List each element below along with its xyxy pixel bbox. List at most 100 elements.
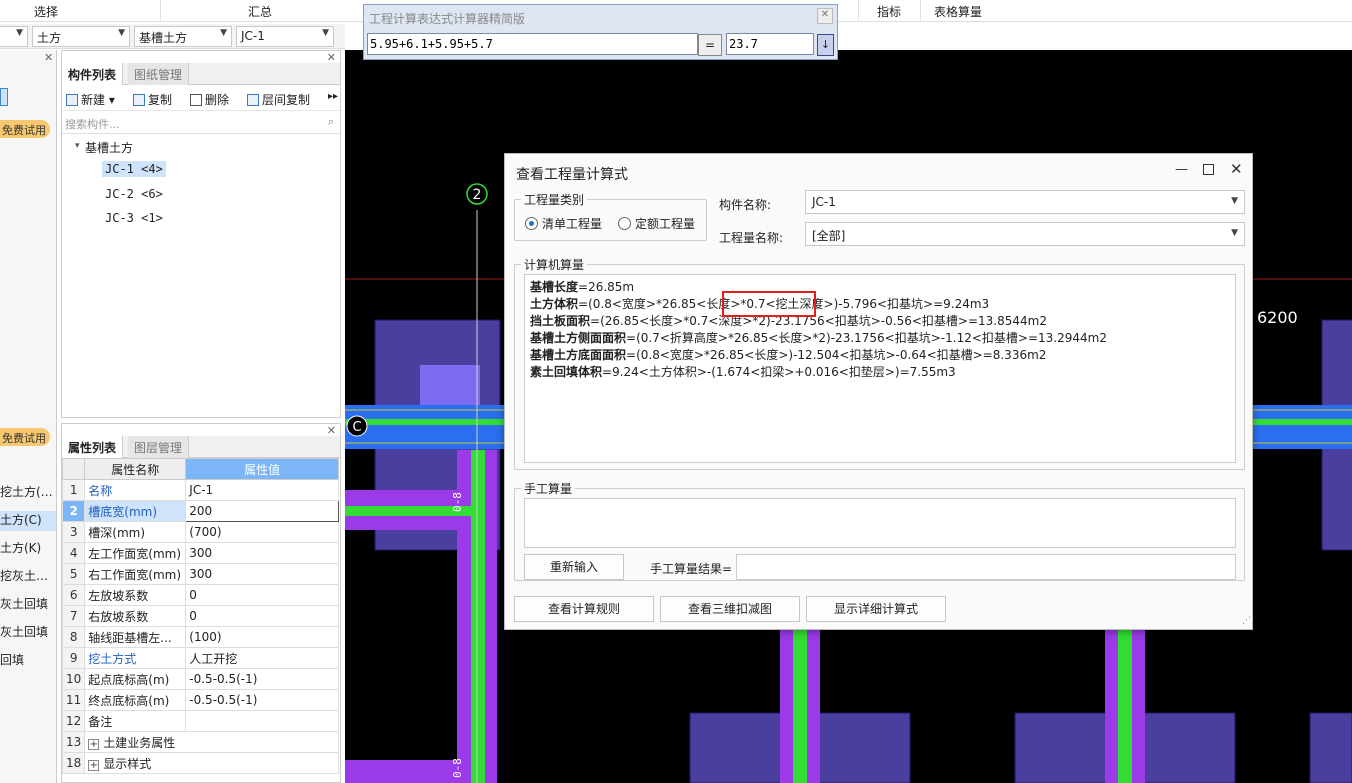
filter-combo-type[interactable]: 基槽土方 ▼ (134, 26, 232, 47)
free-trial-badge[interactable]: 免费试用 (0, 428, 50, 446)
ribbon-divider (920, 0, 921, 22)
floor-copy-button[interactable]: 层间复制 (247, 91, 310, 108)
row-value[interactable]: -0.5-0.5(-1) (185, 689, 339, 711)
show-detail-button[interactable]: 显示详细计算式 (806, 596, 946, 622)
row-name: 名称 (84, 479, 187, 501)
quantity-name-select[interactable]: [全部] ▼ (805, 222, 1245, 246)
formula-name: 基槽长度 (530, 280, 579, 294)
radio-quota-quantity[interactable]: 定额工程量 (618, 215, 695, 232)
tree-item-jc3[interactable]: JC-3 <1> (105, 211, 163, 225)
manual-result-input[interactable] (736, 554, 1236, 580)
nav-item[interactable]: 土方(K) (0, 539, 56, 559)
table-row[interactable]: 13 + 土建业务属性 (61, 731, 339, 753)
nav-item[interactable]: 土方(C) (0, 511, 56, 531)
table-row[interactable]: 4 左工作面宽(mm) 300 (61, 542, 339, 564)
component-toolbar: 新建 ▾ 复制 删除 层间复制 ▸▸ (62, 87, 340, 111)
row-value[interactable]: 0 (185, 584, 339, 606)
computer-calc-group: 计算机算量 基槽长度=26.85m 土方体积=(0.8<宽度>*26.85<长度… (514, 256, 1245, 470)
ribbon-summary[interactable]: 汇总 (248, 3, 272, 20)
radio-quota-label: 定额工程量 (635, 217, 696, 231)
row-value[interactable]: JC-1 (185, 479, 339, 501)
table-row[interactable]: 2 槽底宽(mm) 200 (61, 500, 339, 522)
nav-item[interactable]: 灰土回填 (0, 595, 56, 615)
row-value[interactable] (185, 710, 339, 732)
filter-item-value: JC-1 (241, 29, 265, 43)
manual-calc-textarea[interactable] (524, 498, 1236, 548)
ribbon-table-calc[interactable]: 表格算量 (934, 3, 982, 20)
filter-combo-soil[interactable]: 土方 ▼ (32, 26, 130, 47)
table-row[interactable]: 9 挖土方式 人工开挖 (61, 647, 339, 669)
row-value[interactable]: -0.5-0.5(-1) (185, 668, 339, 690)
nav-selected-marker[interactable] (0, 88, 8, 106)
table-row[interactable]: 12 备注 (61, 710, 339, 732)
row-value[interactable]: 300 (185, 542, 339, 564)
ribbon-select[interactable]: 选择 (34, 3, 58, 20)
table-row[interactable]: 6 左放坡系数 0 (61, 584, 339, 606)
tab-property-list[interactable]: 属性列表 (62, 436, 124, 458)
nav-item[interactable]: 挖灰土… (0, 567, 56, 587)
table-row[interactable]: 1 名称 JC-1 (61, 479, 339, 501)
reenter-button[interactable]: 重新输入 (524, 554, 624, 580)
component-name-select[interactable]: JC-1 ▼ (805, 190, 1245, 214)
maximize-icon[interactable] (1203, 164, 1214, 175)
axis-letter: C (352, 420, 361, 435)
row-value[interactable]: (700) (185, 521, 339, 543)
row-index: 9 (61, 647, 86, 669)
table-row[interactable]: 8 轴线距基槽左... (100) (61, 626, 339, 648)
tree-expand-icon[interactable]: ▾ (75, 141, 80, 151)
resize-grip-icon[interactable]: ⋰ (1242, 616, 1251, 626)
arrow-down-icon[interactable]: ↓ (817, 34, 834, 56)
search-icon[interactable]: ⌕ (328, 115, 334, 129)
component-tabs: 构件列表 图纸管理 (62, 63, 340, 85)
table-row[interactable]: 18 + 显示样式 (61, 752, 339, 774)
equals-button[interactable]: = (698, 34, 722, 56)
row-value[interactable]: 300 (185, 563, 339, 585)
close-icon[interactable]: ✕ (817, 8, 833, 24)
free-trial-badge[interactable]: 免费试用 (0, 120, 50, 138)
component-search-input[interactable]: 搜索构件... (62, 112, 340, 134)
row-value[interactable]: (100) (185, 626, 339, 648)
radio-list-quantity[interactable]: 清单工程量 (525, 215, 602, 232)
filter-combo-item[interactable]: JC-1 ▼ (236, 26, 334, 47)
tree-item-jc1[interactable]: JC-1 <4> (102, 161, 166, 177)
table-row[interactable]: 7 右放坡系数 0 (61, 605, 339, 627)
minimize-icon[interactable]: — (1175, 162, 1188, 177)
tab-layer-manage[interactable]: 图层管理 (128, 436, 190, 458)
row-index: 6 (61, 584, 86, 606)
table-row[interactable]: 11 终点底标高(m) -0.5-0.5(-1) (61, 689, 339, 711)
nav-item[interactable]: 回填 (0, 651, 56, 671)
result-input[interactable] (726, 33, 814, 55)
nav-item[interactable]: 挖土方(… (0, 483, 56, 503)
row-value[interactable]: 0 (185, 605, 339, 627)
more-icon[interactable]: ▸▸ (328, 91, 338, 102)
close-icon[interactable]: ✕ (1230, 160, 1243, 178)
row-value[interactable]: 人工开挖 (185, 647, 339, 669)
tree-root[interactable]: 基槽土方 (85, 139, 133, 156)
expand-plus-icon[interactable]: + (88, 759, 100, 771)
copy-button[interactable]: 复制 (133, 91, 172, 108)
nav-item[interactable]: 灰土回填 (0, 623, 56, 643)
row-value-input[interactable]: 200 (185, 500, 339, 522)
row-group[interactable]: + 土建业务属性 (84, 731, 339, 753)
expand-plus-icon[interactable]: + (88, 738, 100, 750)
view-3d-button[interactable]: 查看三维扣减图 (660, 596, 800, 622)
row-name: 起点底标高(m) (84, 668, 187, 690)
ribbon-indicator[interactable]: 指标 (877, 3, 901, 20)
filter-combo-first[interactable]: ▼ (0, 26, 28, 47)
tab-component-list[interactable]: 构件列表 (62, 63, 124, 85)
tab-drawing-manage[interactable]: 图纸管理 (128, 63, 190, 85)
view-rules-button[interactable]: 查看计算规则 (514, 596, 654, 622)
new-button[interactable]: 新建 ▾ (66, 91, 115, 108)
formula-name: 素土回填体积 (530, 365, 603, 379)
expression-calculator: 工程计算表达式计算器精简版 ✕ = ↓ (363, 4, 838, 60)
tree-item-jc2[interactable]: JC-2 <6> (105, 187, 163, 201)
table-row[interactable]: 3 槽深(mm) (700) (61, 521, 339, 543)
expression-input[interactable] (367, 33, 698, 55)
delete-button[interactable]: 删除 (190, 91, 229, 108)
row-group[interactable]: + 显示样式 (84, 752, 339, 774)
radio-list-label: 清单工程量 (542, 217, 603, 231)
table-row[interactable]: 5 右工作面宽(mm) 300 (61, 563, 339, 585)
table-row[interactable]: 10 起点底标高(m) -0.5-0.5(-1) (61, 668, 339, 690)
formula-textarea[interactable]: 基槽长度=26.85m 土方体积=(0.8<宽度>*26.85<长度>*0.7<… (524, 274, 1236, 463)
close-icon[interactable]: ✕ (44, 51, 53, 64)
